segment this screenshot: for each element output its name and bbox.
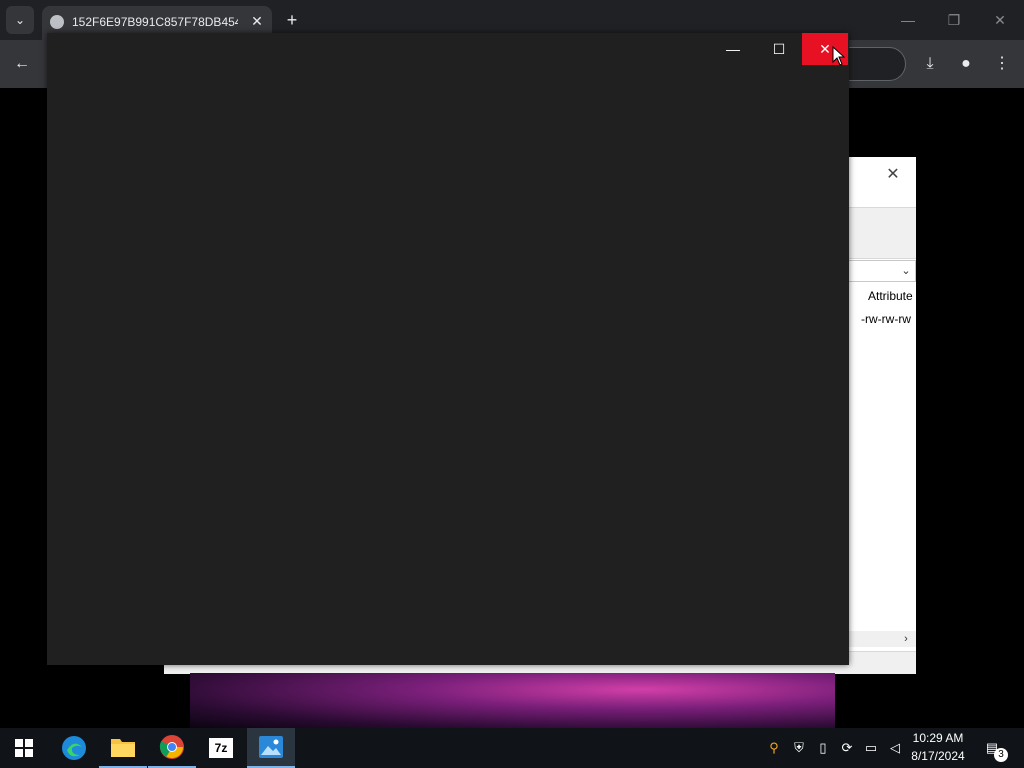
folder-icon [111,739,135,757]
file-manager-close-button[interactable]: ✕ [878,161,908,189]
7zip-icon: 7z [209,738,233,758]
chrome-icon [159,735,184,759]
chevron-down-icon[interactable]: ⌄ [899,263,913,279]
window-minimize-button[interactable]: — [710,33,756,65]
globe-icon [50,15,64,29]
column-header-attributes[interactable]: Attribute [868,289,928,305]
taskbar: 7z ⚲ ⛨ ▯ ⟳ ▭ ◁ 10:29 AM 8/17/2024 ▤ [0,728,1024,768]
tab-close-button[interactable]: ✕ [247,11,267,31]
taskbar-app-file-explorer[interactable] [99,728,147,768]
notification-count-badge: 3 [994,748,1008,762]
desktop-wallpaper [190,673,835,728]
clock-date[interactable]: 8/17/2024 [900,749,976,765]
mouse-pointer-icon [832,46,846,66]
new-tab-button[interactable]: + [280,8,304,32]
clock-time[interactable]: 10:29 AM [900,731,976,747]
download-icon[interactable]: ⤓ [916,50,944,78]
browser-minimize-button[interactable]: — [890,6,926,34]
taskbar-app-chrome[interactable] [148,728,196,768]
window-maximize-button[interactable]: ☐ [756,33,802,65]
windows-logo-icon [15,739,33,757]
taskbar-app-photos[interactable] [247,728,295,768]
security-shield-icon[interactable]: ⛨ [789,738,809,758]
tab-search-button[interactable]: ⌄ [6,6,34,34]
edge-icon [62,736,86,760]
tab-title: 152F6E97B991C857F78DB4543 [72,15,238,29]
network-icon[interactable]: ▭ [861,738,881,758]
taskbar-app-7zip[interactable]: 7z [197,728,245,768]
photos-icon [259,736,283,758]
taskbar-app-edge[interactable] [50,728,98,768]
profile-icon[interactable]: ● [952,50,980,78]
start-button[interactable] [0,728,48,768]
browser-menu-icon[interactable]: ⋮ [988,50,1016,78]
search-tray-icon[interactable]: ⚲ [764,738,784,758]
file-row-attributes[interactable]: -rw-rw-rw [861,312,921,328]
scroll-right-icon[interactable]: › [898,631,914,647]
browser-restore-button[interactable]: ❐ [936,6,972,34]
usb-device-icon[interactable]: ▯ [813,738,833,758]
back-button[interactable]: ← [8,50,36,78]
blank-app-window[interactable]: — ☐ ✕ [47,33,849,665]
browser-close-button[interactable]: ✕ [982,6,1018,34]
update-tray-icon[interactable]: ⟳ [837,738,857,758]
